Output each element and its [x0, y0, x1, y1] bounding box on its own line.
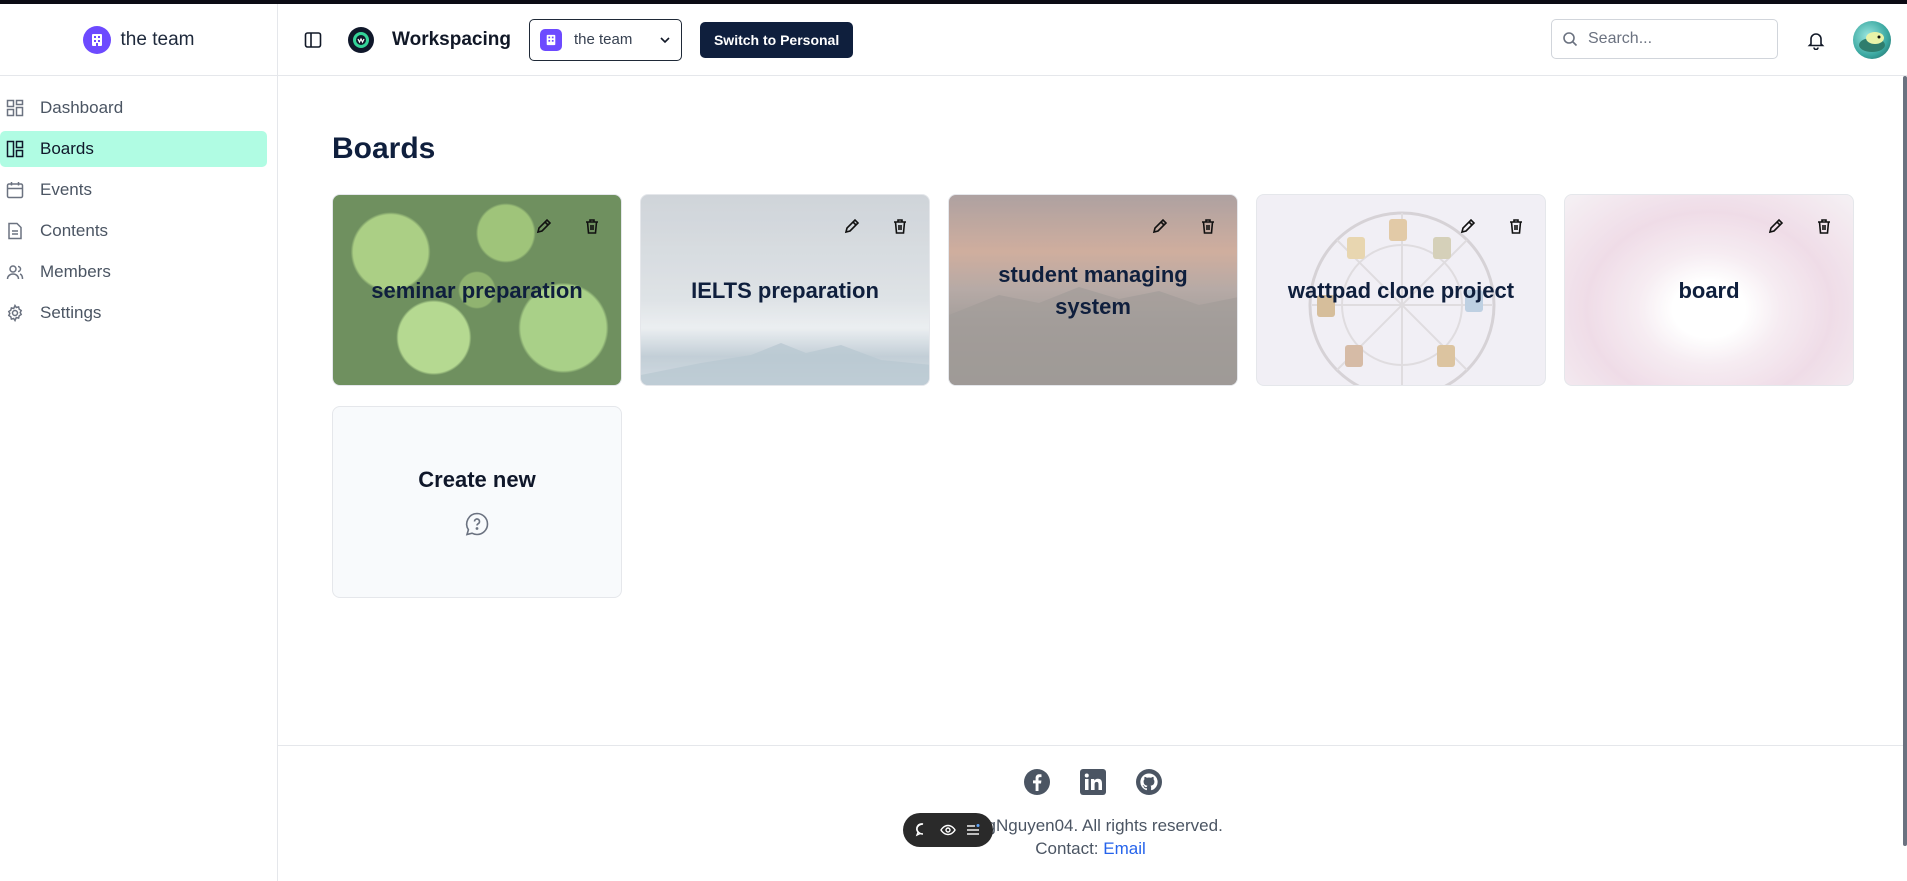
list-icon[interactable]	[965, 822, 981, 838]
edit-pencil-icon[interactable]	[841, 215, 863, 237]
create-new-board-card[interactable]: Create new	[332, 406, 622, 598]
sidebar-item-boards[interactable]: Boards	[0, 131, 267, 167]
sidebar-item-label: Events	[40, 180, 92, 199]
eye-icon[interactable]	[940, 822, 956, 838]
edit-pencil-icon[interactable]	[1457, 215, 1479, 237]
brand-logo-icon	[348, 26, 374, 53]
sidebar-item-members[interactable]: Members	[0, 254, 267, 290]
trash-icon[interactable]	[889, 215, 911, 237]
document-icon	[8, 222, 22, 240]
board-card-ielts-preparation[interactable]: IELTS preparation	[640, 194, 930, 386]
calendar-icon	[6, 182, 24, 199]
sidebar-toggle-icon[interactable]	[302, 29, 324, 51]
board-card-wattpad-clone-project[interactable]: wattpad clone project	[1256, 194, 1546, 386]
sidebar-team-header[interactable]: the team	[0, 4, 277, 76]
sidebar-team-name: the team	[120, 28, 195, 50]
avatar[interactable]	[1853, 21, 1891, 59]
copyright-text: hungNguyen04. All rights reserved.	[958, 816, 1223, 835]
board-card-board[interactable]: board	[1564, 194, 1854, 386]
search-box[interactable]	[1551, 19, 1778, 59]
top-header: Workspacing the team Switch to Personal	[278, 4, 1907, 76]
facebook-icon[interactable]	[1023, 768, 1051, 796]
search-input[interactable]	[1588, 30, 1758, 48]
create-new-label: Create new	[418, 467, 536, 492]
card-actions	[1457, 215, 1527, 237]
search-icon	[1563, 32, 1578, 47]
board-card-seminar-preparation[interactable]: seminar preparation	[332, 194, 622, 386]
comment-icon[interactable]	[915, 822, 931, 838]
bell-icon[interactable]	[1806, 30, 1826, 51]
sidebar-item-label: Contents	[40, 221, 109, 240]
sidebar-item-label: Dashboard	[40, 98, 124, 117]
team-select-dropdown[interactable]: the team	[528, 18, 682, 61]
sidebar-item-dashboard[interactable]: Dashboard	[0, 90, 267, 126]
card-actions	[1149, 215, 1219, 237]
trash-icon[interactable]	[1813, 215, 1835, 237]
dashboard-icon	[6, 99, 24, 117]
trash-icon[interactable]	[1505, 215, 1527, 237]
boards-icon	[6, 140, 24, 158]
sidebar-nav: Dashboard Boards Events Contents Members…	[0, 76, 277, 331]
scrollbar[interactable]	[1903, 76, 1907, 846]
trash-icon[interactable]	[1197, 215, 1219, 237]
sidebar-item-label: Settings	[40, 303, 102, 322]
sidebar-item-label: Boards	[40, 139, 94, 158]
card-actions	[1765, 215, 1835, 237]
sidebar-item-settings[interactable]: Settings	[0, 295, 267, 331]
contact-label: Contact:	[1035, 839, 1104, 858]
team-select-value: the team	[573, 31, 633, 48]
brand-name[interactable]: Workspacing	[392, 29, 511, 51]
switch-to-personal-button[interactable]: Switch to Personal	[699, 21, 854, 58]
gear-icon	[7, 304, 23, 322]
card-actions	[533, 215, 603, 237]
linkedin-icon[interactable]	[1079, 768, 1107, 796]
email-link[interactable]: Email	[1103, 839, 1146, 858]
floating-toolbar	[903, 813, 993, 847]
sidebar-item-contents[interactable]: Contents	[0, 213, 267, 249]
sidebar-item-events[interactable]: Events	[0, 172, 267, 208]
users-icon	[6, 265, 24, 280]
building-icon	[539, 28, 562, 51]
sidebar-item-label: Members	[40, 262, 111, 281]
edit-pencil-icon[interactable]	[1765, 215, 1787, 237]
edit-pencil-icon[interactable]	[533, 215, 555, 237]
chevron-down-icon	[660, 36, 670, 43]
github-icon[interactable]	[1135, 768, 1163, 796]
board-card-student-managing-system[interactable]: student managing system	[948, 194, 1238, 386]
trash-icon[interactable]	[581, 215, 603, 237]
edit-pencil-icon[interactable]	[1149, 215, 1171, 237]
footer: hungNguyen04. All rights reserved. Conta…	[278, 745, 1903, 881]
card-actions	[841, 215, 911, 237]
sidebar: the team Dashboard Boards Events Content…	[0, 4, 278, 881]
building-icon	[82, 25, 111, 54]
social-links	[1023, 768, 1163, 796]
contact-line: Contact: Email	[278, 839, 1903, 859]
help-circle-icon	[465, 512, 489, 536]
page-title: Boards	[332, 132, 436, 165]
